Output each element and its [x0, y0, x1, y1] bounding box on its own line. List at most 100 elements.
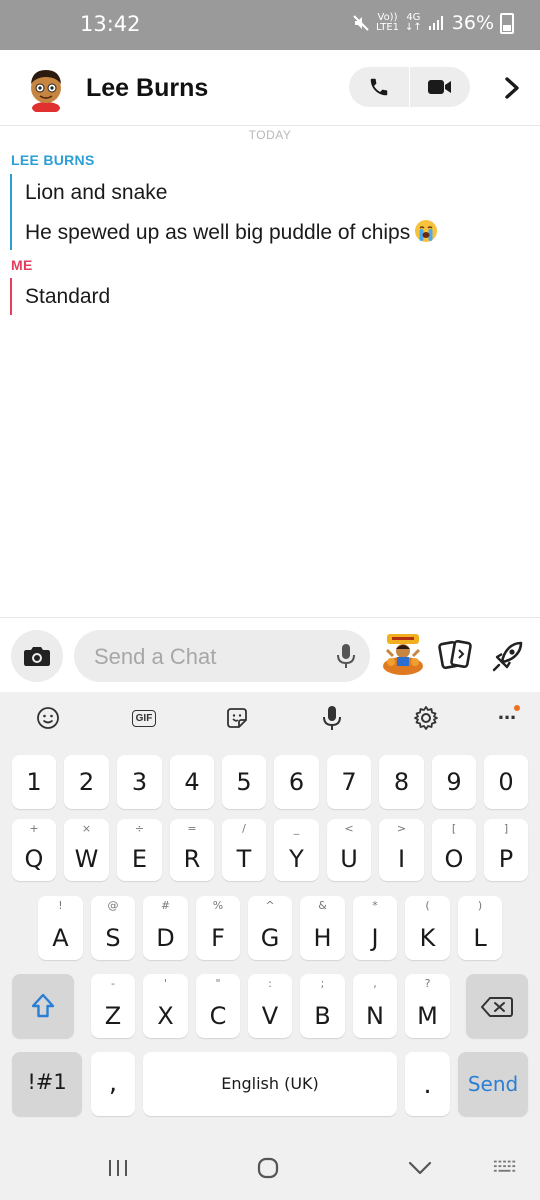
contact-name[interactable]: Lee Burns [86, 74, 208, 103]
battery-icon [500, 12, 514, 34]
keyboard-hide-button[interactable] [493, 1156, 517, 1180]
keyboard-toolbar: GIF ... [0, 692, 540, 744]
camera-button[interactable] [11, 630, 63, 682]
video-icon [428, 80, 451, 94]
network-type: 4G ↓↑ [405, 12, 422, 33]
phone-icon [370, 78, 388, 96]
key-b[interactable]: ; B [300, 974, 345, 1038]
key-8[interactable]: 8 [379, 755, 424, 809]
key-x[interactable]: ' X [143, 974, 188, 1038]
signal-icon [428, 16, 443, 30]
key-z[interactable]: -Z [91, 974, 135, 1038]
crying-emoji-icon [415, 220, 438, 242]
sender-label-me: ME [11, 257, 33, 273]
key-s[interactable]: @ S [91, 896, 135, 960]
key-m[interactable]: ? M [405, 974, 450, 1038]
symbols-key[interactable]: !#1 [12, 1052, 82, 1116]
key-7[interactable]: 7 [327, 755, 371, 809]
key-e[interactable]: ÷ E [117, 819, 162, 881]
key-a[interactable]: ! A [38, 896, 83, 960]
key-k[interactable]: (K [405, 896, 450, 960]
key-i[interactable]: > I [379, 819, 424, 881]
key-u[interactable]: < U [327, 819, 371, 881]
home-icon [257, 1157, 279, 1179]
space-key[interactable]: English (UK) [143, 1052, 397, 1116]
battery-percent: 36% [451, 12, 494, 34]
key-r[interactable]: = R [170, 819, 214, 881]
chevron-right-button[interactable] [498, 74, 526, 102]
keyboard: GIF ... 1 2 3 4 5 6 7 8 9 0 + Q × W ÷ E … [0, 692, 540, 1134]
key-d[interactable]: # D [143, 896, 188, 960]
mic-icon[interactable] [334, 642, 358, 670]
chat-input-placeholder: Send a Chat [94, 644, 217, 669]
date-divider: TODAY [248, 128, 292, 142]
key-6[interactable]: 6 [274, 755, 319, 809]
key-y[interactable]: _ Y [274, 819, 319, 881]
key-p[interactable]: ] P [484, 819, 528, 881]
sticker-icon [227, 708, 247, 728]
key-o[interactable]: [O [432, 819, 476, 881]
key-5[interactable]: 5 [222, 755, 266, 809]
back-icon [408, 1161, 432, 1175]
recents-icon [109, 1160, 127, 1176]
key-0[interactable]: 0 [484, 755, 528, 809]
key-4[interactable]: 4 [170, 755, 214, 809]
notification-dot [514, 705, 520, 711]
mute-icon [353, 15, 369, 31]
chat-message[interactable]: He spewed up as well big puddle of chips [25, 219, 438, 245]
gif-icon: GIF [131, 709, 157, 727]
camera-icon [24, 647, 50, 666]
key-t[interactable]: / T [222, 819, 266, 881]
key-w[interactable]: × W [64, 819, 109, 881]
voice-input-button[interactable] [318, 704, 346, 732]
back-button[interactable] [408, 1156, 432, 1180]
send-key[interactable]: Send [458, 1052, 528, 1116]
call-buttons [349, 67, 470, 107]
key-v[interactable]: :V [248, 974, 292, 1038]
volte-indicator: Vo)) LTE1 [376, 12, 399, 33]
status-time: 13:42 [80, 12, 141, 36]
sticker-button[interactable] [223, 704, 251, 732]
chat-input[interactable]: Send a Chat [74, 630, 370, 682]
period-key[interactable]: . [405, 1052, 450, 1116]
recents-button[interactable] [106, 1156, 130, 1180]
video-call-button[interactable] [410, 67, 470, 107]
gear-icon [414, 706, 438, 730]
emoji-button[interactable] [34, 704, 62, 732]
chevron-right-icon [505, 77, 519, 99]
smiley-icon [37, 707, 59, 729]
avatar[interactable] [22, 64, 70, 112]
mic-icon [323, 706, 341, 730]
chat-message[interactable]: Standard [25, 285, 110, 309]
voice-call-button[interactable] [349, 67, 409, 107]
bitmoji-sticker[interactable] [381, 632, 425, 676]
shift-key[interactable] [12, 974, 74, 1038]
key-n[interactable]: ,N [353, 974, 397, 1038]
more-options-icon[interactable]: ... [493, 698, 521, 726]
chat-header: Lee Burns [0, 50, 540, 126]
keyboard-hide-icon [493, 1160, 516, 1172]
gif-button[interactable]: GIF [130, 704, 158, 732]
key-q[interactable]: + Q [12, 819, 56, 881]
key-j[interactable]: * J [353, 896, 397, 960]
key-2[interactable]: 2 [64, 755, 109, 809]
key-3[interactable]: 3 [117, 755, 162, 809]
message-group-bar [10, 174, 12, 250]
chat-message[interactable]: Lion and snake [25, 181, 167, 205]
rocket-icon[interactable] [490, 638, 526, 674]
key-c[interactable]: " C [196, 974, 240, 1038]
cards-icon[interactable] [437, 638, 473, 672]
key-9[interactable]: 9 [432, 755, 476, 809]
key-l[interactable]: ) L [458, 896, 502, 960]
home-button[interactable] [256, 1156, 280, 1180]
key-f[interactable]: % F [196, 896, 240, 960]
backspace-key[interactable] [466, 974, 528, 1038]
key-g[interactable]: ^ G [248, 896, 292, 960]
key-1[interactable]: 1 [12, 755, 56, 809]
status-icons: Vo)) LTE1 4G ↓↑ 36% [352, 12, 514, 34]
comma-key[interactable]: , [91, 1052, 135, 1116]
sender-label-lee: LEE BURNS [11, 152, 95, 168]
keyboard-settings-button[interactable] [412, 704, 440, 732]
message-group-bar [10, 278, 12, 315]
key-h[interactable]: & H [300, 896, 345, 960]
